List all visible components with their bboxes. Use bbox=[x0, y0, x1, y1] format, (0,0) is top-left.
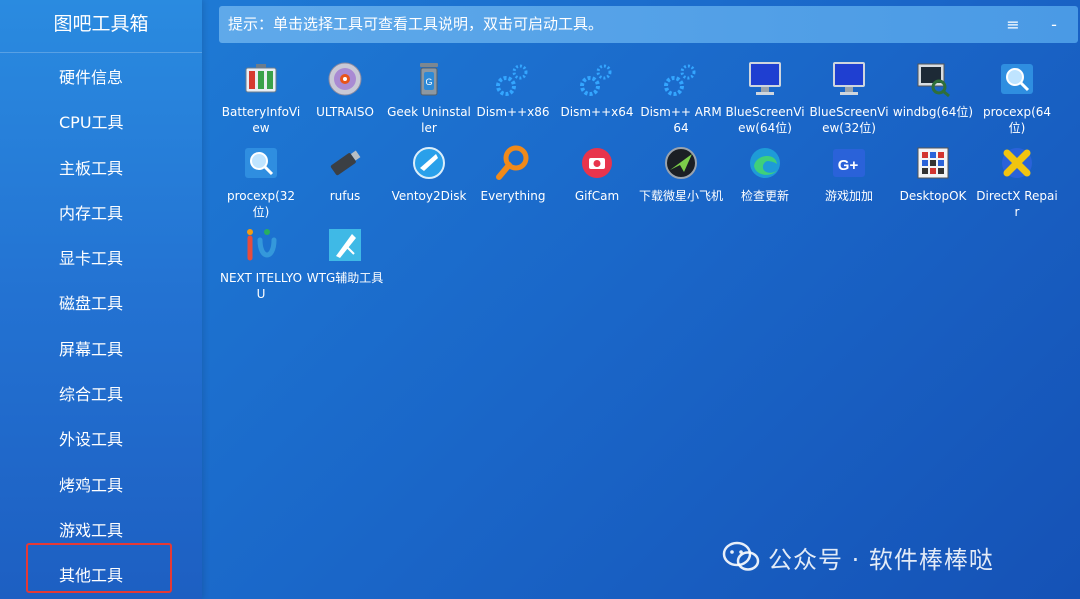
gears-icon bbox=[664, 64, 696, 96]
tool-label: Ventoy2Disk bbox=[391, 189, 467, 203]
sidebar-item-stress-test-tools[interactable]: 烤鸡工具 bbox=[0, 463, 202, 508]
selection-highlight-box bbox=[26, 543, 172, 593]
magnifier-icon bbox=[496, 145, 529, 180]
disc-icon bbox=[328, 62, 362, 96]
tool-label: Dism++x86 bbox=[476, 105, 550, 119]
tool-label: GifCam bbox=[574, 189, 620, 203]
camera-icon bbox=[582, 148, 612, 178]
tool-label: NEXT ITELLYOU bbox=[219, 271, 303, 301]
sidebar-item-screen-tools[interactable]: 屏幕工具 bbox=[0, 327, 202, 372]
process-explorer-icon bbox=[1001, 64, 1033, 94]
tool-label: 下载微星小飞机 bbox=[639, 189, 724, 203]
directx-icon bbox=[1002, 148, 1032, 178]
tool-gifcam[interactable]: GifCam bbox=[555, 144, 639, 204]
hint-bar: 提示：单击选择工具可查看工具说明，双击可启动工具。 ≡ - bbox=[219, 6, 1078, 43]
tool-label: Geek Uninstaller bbox=[387, 105, 471, 135]
tool-wtg-helper[interactable]: WTG辅助工具 bbox=[303, 226, 387, 286]
sidebar-item-gpu-tools[interactable]: 显卡工具 bbox=[0, 236, 202, 281]
monitor-icon bbox=[749, 62, 781, 95]
tool-procexp-64[interactable]: procexp(64位) bbox=[975, 60, 1059, 136]
tool-windbg-64[interactable]: windbg(64位) bbox=[891, 60, 975, 120]
wechat-icon bbox=[722, 541, 760, 571]
gplus-icon: G+ bbox=[833, 149, 865, 177]
itellyou-icon bbox=[247, 229, 277, 261]
hint-text: 提示：单击选择工具可查看工具说明，双击可启动工具。 bbox=[228, 15, 604, 33]
tool-ventoy2disk[interactable]: Ventoy2Disk bbox=[387, 144, 471, 204]
tool-dism-x86[interactable]: Dism++x86 bbox=[471, 60, 555, 120]
watermark-text: 公众号 · 软件棒棒哒 bbox=[768, 545, 994, 574]
tool-check-update[interactable]: 检查更新 bbox=[723, 144, 807, 204]
wtg-icon bbox=[329, 229, 361, 261]
tool-label: DesktopOK bbox=[899, 189, 967, 203]
tool-label: Everything bbox=[480, 189, 546, 203]
ventoy-icon bbox=[413, 147, 445, 179]
watermark: 公众号 · 软件棒棒哒 bbox=[722, 537, 994, 577]
edge-icon bbox=[750, 148, 780, 178]
grid-icon bbox=[917, 147, 949, 179]
monitor-icon bbox=[833, 62, 865, 95]
sidebar-item-peripheral-tools[interactable]: 外设工具 bbox=[0, 417, 202, 462]
trash-can-icon: G bbox=[420, 63, 438, 96]
sidebar-item-cpu-tools[interactable]: CPU工具 bbox=[0, 100, 202, 145]
tool-everything[interactable]: Everything bbox=[471, 144, 555, 204]
gears-icon bbox=[580, 64, 612, 96]
tool-dism-x64[interactable]: Dism++x64 bbox=[555, 60, 639, 120]
process-explorer-icon bbox=[245, 148, 277, 178]
tool-bluescreenview-64[interactable]: BlueScreenView(64位) bbox=[723, 60, 807, 136]
tool-label: Dism++x64 bbox=[560, 105, 634, 119]
sidebar: 图吧工具箱 硬件信息 CPU工具 主板工具 内存工具 显卡工具 磁盘工具 屏幕工… bbox=[0, 0, 202, 599]
debugger-icon bbox=[917, 63, 950, 98]
tool-label: 游戏加加 bbox=[824, 189, 873, 203]
menu-icon[interactable]: ≡ bbox=[1003, 6, 1023, 43]
tool-ultraiso[interactable]: ULTRAISO bbox=[303, 60, 387, 120]
tool-directx-repair[interactable]: DirectX Repair bbox=[975, 144, 1059, 220]
sidebar-item-hardware-info[interactable]: 硬件信息 bbox=[0, 55, 202, 100]
tool-label: BatteryInfoView bbox=[221, 105, 301, 135]
tool-dism-arm64[interactable]: Dism++ ARM64 bbox=[639, 60, 723, 136]
tool-label: procexp(64位) bbox=[982, 105, 1052, 135]
sidebar-item-memory-tools[interactable]: 内存工具 bbox=[0, 191, 202, 236]
sidebar-item-disk-tools[interactable]: 磁盘工具 bbox=[0, 281, 202, 326]
tool-label: BlueScreenView(64位) bbox=[725, 105, 805, 135]
minimize-button[interactable]: - bbox=[1044, 6, 1064, 43]
tool-rufus[interactable]: rufus bbox=[303, 144, 387, 204]
afterburner-icon bbox=[665, 147, 697, 179]
svg-text:G: G bbox=[425, 77, 432, 87]
tool-bluescreenview-32[interactable]: BlueScreenView(32位) bbox=[807, 60, 891, 136]
gears-icon bbox=[496, 64, 528, 96]
tool-label: Dism++ ARM64 bbox=[640, 105, 722, 135]
battery-icon bbox=[245, 64, 277, 93]
tool-label: ULTRAISO bbox=[316, 105, 374, 119]
tool-batteryinfoview[interactable]: BatteryInfoView bbox=[219, 60, 303, 136]
tool-desktopok[interactable]: DesktopOK bbox=[891, 144, 975, 204]
tool-label: WTG辅助工具 bbox=[306, 271, 384, 285]
usb-drive-icon bbox=[330, 150, 361, 176]
tool-label: procexp(32位) bbox=[226, 189, 296, 219]
tool-label: DirectX Repair bbox=[976, 189, 1058, 219]
app-title: 图吧工具箱 bbox=[0, 0, 202, 53]
tool-next-itellyou[interactable]: NEXT ITELLYOU bbox=[219, 226, 303, 302]
tool-geek-uninstaller[interactable]: G Geek Uninstaller bbox=[387, 60, 471, 136]
sidebar-nav: 硬件信息 CPU工具 主板工具 内存工具 显卡工具 磁盘工具 屏幕工具 综合工具… bbox=[0, 55, 202, 599]
tool-label: windbg(64位) bbox=[892, 105, 974, 119]
tool-game-plus-plus[interactable]: G+ 游戏加加 bbox=[807, 144, 891, 204]
svg-text:G+: G+ bbox=[838, 157, 859, 174]
tool-label: BlueScreenView(32位) bbox=[809, 105, 889, 135]
tool-label: 检查更新 bbox=[740, 189, 789, 203]
sidebar-item-motherboard-tools[interactable]: 主板工具 bbox=[0, 146, 202, 191]
tool-label: rufus bbox=[329, 189, 361, 203]
sidebar-item-general-tools[interactable]: 综合工具 bbox=[0, 372, 202, 417]
tool-procexp-32[interactable]: procexp(32位) bbox=[219, 144, 303, 220]
tool-download-msi-afterburner[interactable]: 下载微星小飞机 bbox=[639, 144, 723, 204]
